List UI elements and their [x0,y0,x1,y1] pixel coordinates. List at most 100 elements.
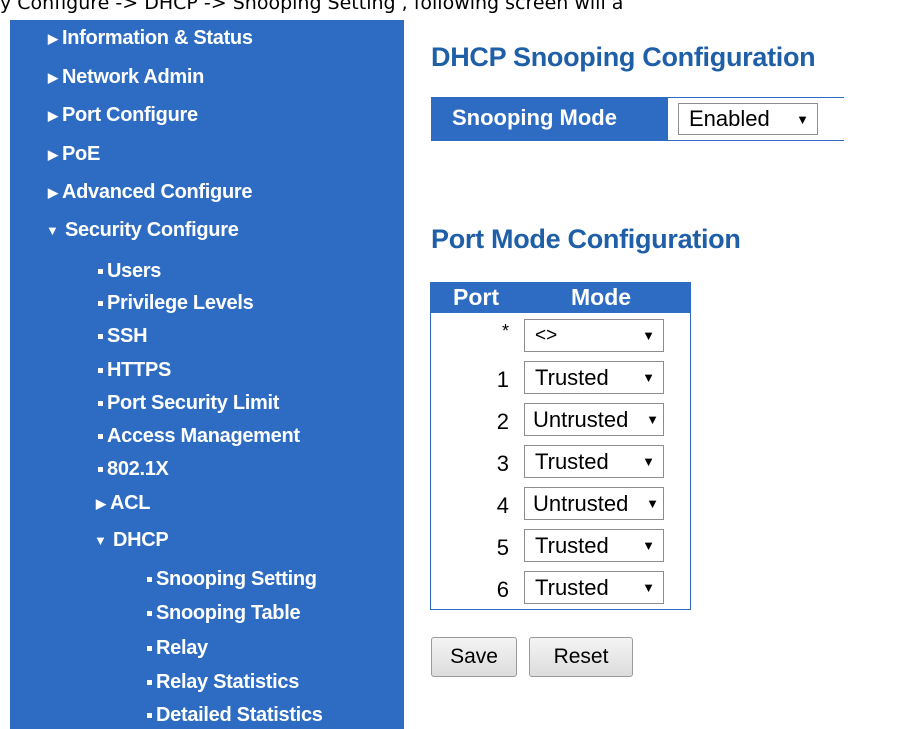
sidebar-subitem-label: Relay Statistics [156,671,300,693]
select-value: Trusted [535,448,609,474]
column-header-mode: Mode [571,284,632,310]
port-mode-table: Port Mode * <> ▼ 1 Trusted ▼ 2 Untrusted… [430,282,691,610]
port-mode-select[interactable]: Trusted ▼ [524,361,664,394]
chevron-down-icon: ▼ [46,223,59,238]
sidebar-item-information-status[interactable]: ▶ Information & Status [48,27,253,50]
sidebar-subitem-label: Detailed Statistics [156,704,323,726]
sidebar-item-label: PoE [62,143,100,165]
table-row: 6 Trusted ▼ [431,567,690,609]
bullet-icon [147,611,152,616]
sidebar-subitem-https[interactable]: HTTPS [98,359,171,382]
port-mode-select[interactable]: <> ▼ [524,319,664,352]
sidebar-subitem-relay[interactable]: Relay [147,637,208,660]
bullet-icon [98,434,103,439]
snooping-mode-cell: Enabled ▼ [668,98,844,140]
snooping-mode-select[interactable]: Enabled ▼ [678,103,818,135]
sidebar-subitem-snooping-setting[interactable]: Snooping Setting [147,568,317,591]
sidebar-item-label: Information & Status [62,27,253,49]
chevron-down-icon: ▼ [642,328,655,343]
bullet-icon [147,646,152,651]
bullet-icon [98,401,103,406]
port-mode-select[interactable]: Untrusted ▼ [524,403,664,436]
chevron-right-icon: ▶ [48,184,58,200]
sidebar-item-network-admin[interactable]: ▶ Network Admin [48,66,204,89]
document-caption: y Configure -> DHCP -> Snooping Setting … [0,0,624,14]
sidebar-subitem-label: Snooping Setting [156,568,317,590]
port-mode-select[interactable]: Untrusted ▼ [524,487,664,520]
select-value: Trusted [535,574,609,600]
chevron-down-icon: ▼ [94,533,107,548]
sidebar-subitem-label: Snooping Table [156,602,301,624]
port-mode-select[interactable]: Trusted ▼ [524,571,664,604]
snooping-mode-label: Snooping Mode [452,105,617,130]
select-value: Trusted [535,364,609,390]
sidebar-item-advanced-configure[interactable]: ▶ Advanced Configure [48,181,252,204]
sidebar-subitem-port-security-limit[interactable]: Port Security Limit [98,392,279,415]
sidebar-subitem-snooping-table[interactable]: Snooping Table [147,602,301,625]
chevron-right-icon: ▶ [96,495,106,511]
bullet-icon [98,467,103,472]
table-row: 2 Untrusted ▼ [431,399,690,441]
chevron-down-icon: ▼ [642,538,655,553]
sidebar-subitem-label: Access Management [107,425,300,447]
port-cell: 4 [496,493,509,518]
sidebar: ▶ Information & Status ▶ Network Admin ▶ Po… [10,20,404,729]
sidebar-item-poe[interactable]: ▶ PoE [48,143,100,166]
port-mode-select[interactable]: Trusted ▼ [524,529,664,562]
section-title: Port Mode Configuration [431,224,741,254]
sidebar-subitem-detailed-statistics[interactable]: Detailed Statistics [147,704,323,727]
sidebar-item-acl[interactable]: ▶ ACL [96,492,151,515]
sidebar-item-label: Network Admin [62,66,205,88]
table-row: 4 Untrusted ▼ [431,483,690,525]
port-cell: 1 [496,367,509,392]
select-value: Untrusted [533,406,629,432]
chevron-right-icon: ▶ [48,146,58,162]
save-button[interactable]: Save [431,637,517,677]
sidebar-subitem-label: Relay [156,637,208,659]
sidebar-subitem-users[interactable]: Users [98,260,161,283]
sidebar-subitem-ssh[interactable]: SSH [98,325,148,348]
sidebar-item-security-configure[interactable]: ▼ Security Configure [46,219,239,242]
sidebar-item-dhcp[interactable]: ▼ DHCP [94,529,169,552]
page-title: DHCP Snooping Configuration [431,42,816,72]
port-mode-select[interactable]: Trusted ▼ [524,445,664,478]
bullet-icon [147,713,152,718]
sidebar-item-label: ACL [110,492,151,514]
chevron-down-icon: ▼ [642,454,655,469]
reset-button[interactable]: Reset [529,637,633,677]
bullet-icon [98,269,103,274]
chevron-down-icon: ▼ [642,580,655,595]
port-cell: 6 [496,577,509,602]
sidebar-subitem-label: Users [107,260,162,282]
snooping-mode-row: Snooping Mode Enabled ▼ [431,97,844,141]
bullet-icon [98,368,103,373]
table-row: 3 Trusted ▼ [431,441,690,483]
bullet-icon [98,334,103,339]
sidebar-item-port-configure[interactable]: ▶ Port Configure [48,104,198,127]
sidebar-item-label: DHCP [113,529,169,551]
chevron-right-icon: ▶ [48,30,58,46]
sidebar-subitem-relay-statistics[interactable]: Relay Statistics [147,671,299,694]
select-value: Enabled [689,106,770,131]
chevron-down-icon: ▼ [646,496,659,511]
sidebar-subitem-privilege-levels[interactable]: Privilege Levels [98,292,254,315]
chevron-right-icon: ▶ [48,69,58,85]
port-cell: 3 [496,451,509,476]
sidebar-subitem-label: 802.1X [107,458,169,480]
select-value: Untrusted [533,490,629,516]
select-value: <> [535,324,558,346]
table-row: 1 Trusted ▼ [431,357,690,399]
bullet-icon [147,577,152,582]
select-value: Trusted [535,532,609,558]
bullet-icon [147,680,152,685]
sidebar-subitem-label: Privilege Levels [107,292,254,314]
sidebar-item-label: Advanced Configure [62,181,253,203]
chevron-down-icon: ▼ [796,111,809,127]
chevron-down-icon: ▼ [642,370,655,385]
chevron-right-icon: ▶ [48,107,58,123]
sidebar-item-label: Security Configure [65,219,239,241]
port-cell: 2 [496,409,509,434]
sidebar-subitem-8021x[interactable]: 802.1X [98,458,169,481]
table-row: * <> ▼ [431,315,690,357]
sidebar-subitem-access-management[interactable]: Access Management [98,425,300,448]
